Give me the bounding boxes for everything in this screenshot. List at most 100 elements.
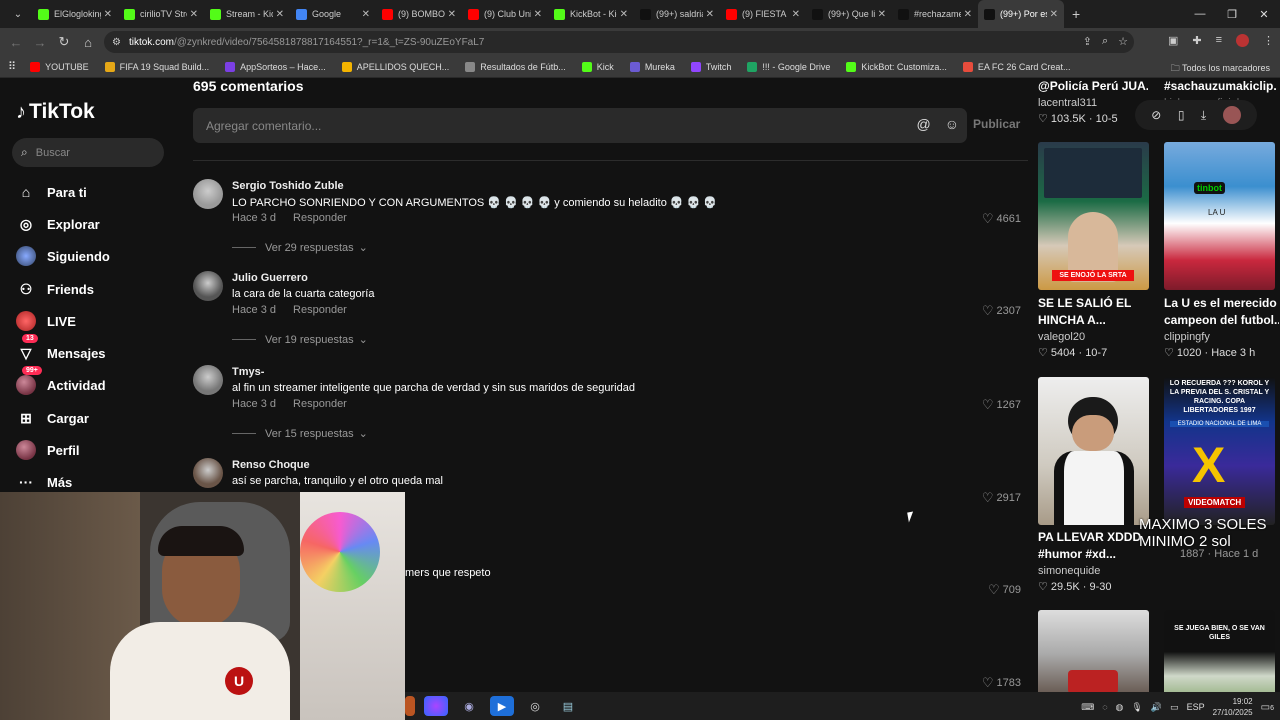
comment-username[interactable]: Julio Guerrero [232,272,308,284]
reply-button[interactable]: Responder [293,398,347,410]
browser-tab[interactable]: (9) BOMBO ✕ [376,0,462,28]
video-title[interactable]: @Policía Perú JUA... [1038,78,1148,95]
bookmark-item[interactable]: EA FC 26 Card Creat... [962,61,1070,72]
publish-button[interactable]: Publicar [973,117,1020,131]
notifications-icon[interactable]: ▭6 [1261,702,1274,713]
browser-tab[interactable]: (9) FIESTA E✕ [720,0,806,28]
sidebar-item-más[interactable]: ··· Más [16,470,72,494]
comment-input[interactable]: Agregar comentario... @ ☺ [193,108,967,143]
like-button[interactable]: ♡ 2307 [982,303,1021,319]
mic-icon[interactable]: 🎙 [1131,702,1142,713]
close-tab-icon[interactable]: ✕ [964,9,972,20]
browser-tab[interactable]: Google ✕ [290,0,376,28]
address-bar[interactable]: ⚙ tiktok.com/@zynkred/video/756458187881… [104,31,1134,53]
close-tab-icon[interactable]: ✕ [104,9,112,20]
comment-username[interactable]: Renso Choque [232,459,310,471]
video-author[interactable]: simonequide [1038,565,1100,577]
no-sign-icon[interactable]: ⊘ [1151,108,1161,122]
puzzle-icon[interactable]: ✚ [1192,34,1201,47]
bookmark-item[interactable]: Twitch [690,61,731,72]
video-title[interactable]: PA LLEVAR XDDD #humor #xd... [1038,529,1153,563]
avatar[interactable] [193,271,223,301]
star-icon[interactable]: ☆ [1118,35,1128,48]
bookmark-item[interactable]: KickBot: Customiza... [846,61,947,72]
download-icon[interactable]: ⤓ [1201,108,1206,123]
browser-tab[interactable]: #rechazame ✕ [892,0,978,28]
folder-app-icon[interactable]: ▤ [556,696,580,716]
like-button[interactable]: ♡ 2917 [982,490,1021,506]
volume-icon[interactable]: 🔊 [1151,702,1162,713]
like-button[interactable]: ♡ 1783 [982,675,1021,691]
bookmark-item[interactable]: AppSorteos – Hace... [225,61,326,72]
sidebar-item-para-ti[interactable]: ⌂ Para ti [16,180,87,204]
bookmark-item[interactable]: APELLIDOS QUECH... [341,61,449,72]
new-tab-button[interactable]: + [1072,6,1080,22]
install-icon[interactable]: ⇪ [1083,35,1092,48]
wifi-icon[interactable]: ◍ [1116,702,1124,713]
all-bookmarks[interactable]: 🗀 Todos los marcadores [1171,61,1270,77]
reply-button[interactable]: Responder [293,304,347,316]
browser-tab[interactable]: (99+) saldria ✕ [634,0,720,28]
bookmark-item[interactable]: Resultados de Fútb... [465,61,566,72]
video-author[interactable]: lacentral311 [1038,97,1097,109]
sidebar-item-siguiendo[interactable]: Siguiendo [16,244,110,268]
video-author[interactable]: clippingfy [1164,331,1210,343]
zoom-icon[interactable]: ⌕ [1102,35,1108,48]
comment-username[interactable]: Tmys- [232,366,264,378]
bookmark-item[interactable]: Mureka [629,61,675,72]
close-tab-icon[interactable]: ✕ [362,9,370,20]
browser-tab[interactable]: (99+) Que li ✕ [806,0,892,28]
browser-tab[interactable]: ElGlogloking ✕ [32,0,118,28]
bookmark-item[interactable]: FIFA 19 Squad Build... [104,61,209,72]
video-thumbnail[interactable]: tinbot LA U [1164,142,1275,290]
menu-icon[interactable]: ⋮ [1263,34,1274,47]
close-tab-icon[interactable]: ✕ [706,9,714,20]
sidebar-item-explorar[interactable]: ◎ Explorar [16,212,100,236]
home-icon[interactable]: ⌂ [76,35,100,50]
close-tab-icon[interactable]: ✕ [878,9,886,20]
network-icon[interactable]: ▭ [1170,702,1179,713]
video-thumbnail[interactable]: SE ENOJÓ LA SRTA [1038,142,1149,290]
video-title[interactable]: #sachauzumakiclip... [1164,78,1276,95]
keyboard-icon[interactable]: ⌨ [1081,702,1094,713]
browser-tab[interactable]: KickBot - Kic ✕ [548,0,634,28]
sidebar-item-friends[interactable]: ⚇ Friends [16,277,94,301]
forward-icon[interactable]: → [28,35,52,50]
obs-icon[interactable]: ◎ [523,696,547,716]
browser-tab[interactable]: (9) Club Univ✕ [462,0,548,28]
close-tab-icon[interactable]: ✕ [190,9,198,20]
close-tab-icon[interactable]: ✕ [276,9,284,20]
close-tab-icon[interactable]: ✕ [620,9,628,20]
bookmark-item[interactable]: YOUTUBE [30,61,89,72]
close-tab-icon[interactable]: ✕ [792,9,800,20]
comment-username[interactable]: Sergio Toshido Zuble [232,180,344,192]
view-replies-button[interactable]: Ver 15 respuestas ⌄ [232,427,368,440]
creator-avatar[interactable] [1222,106,1241,124]
search-input[interactable]: ⌕ Buscar [12,138,164,167]
browser-tab[interactable]: Stream - Kic ✕ [204,0,290,28]
reload-icon[interactable]: ↻ [52,34,76,50]
like-button[interactable]: ♡ 709 [988,582,1021,598]
extension-icon[interactable]: ▣ [1168,34,1178,47]
sidebar-item-live[interactable]: LIVE [16,309,76,333]
app-icon[interactable] [405,696,415,716]
close-tab-icon[interactable]: ✕ [1050,9,1058,20]
browser-tab[interactable]: (99+) Por es ✕ [978,0,1064,28]
clock[interactable]: 19:02 27/10/2025 [1213,696,1253,718]
steam-icon[interactable]: ◉ [457,696,481,716]
close-window-icon[interactable]: ✕ [1248,8,1280,21]
media-icon[interactable]: ≡ [1216,34,1222,47]
tab-menu[interactable]: ⌄ [4,0,32,28]
browser-tab[interactable]: cirilioTV Stre ✕ [118,0,204,28]
video-thumbnail[interactable] [1038,377,1149,525]
video-author[interactable]: valegol20 [1038,331,1085,343]
avatar[interactable] [193,365,223,395]
emoji-icon[interactable]: ☺ [945,116,959,132]
video-thumbnail[interactable]: LO RECUERDA ??? KOROL Y LA PREVIA DEL S.… [1164,377,1275,525]
restore-icon[interactable]: ❐ [1216,8,1248,21]
messenger-icon[interactable] [424,696,448,716]
playstation-icon[interactable]: ▶ [490,696,514,716]
sidebar-item-mensajes[interactable]: ▽ 13 Mensajes [16,334,106,365]
phone-icon[interactable]: ▯ [1178,108,1185,122]
view-replies-button[interactable]: Ver 19 respuestas ⌄ [232,333,368,346]
